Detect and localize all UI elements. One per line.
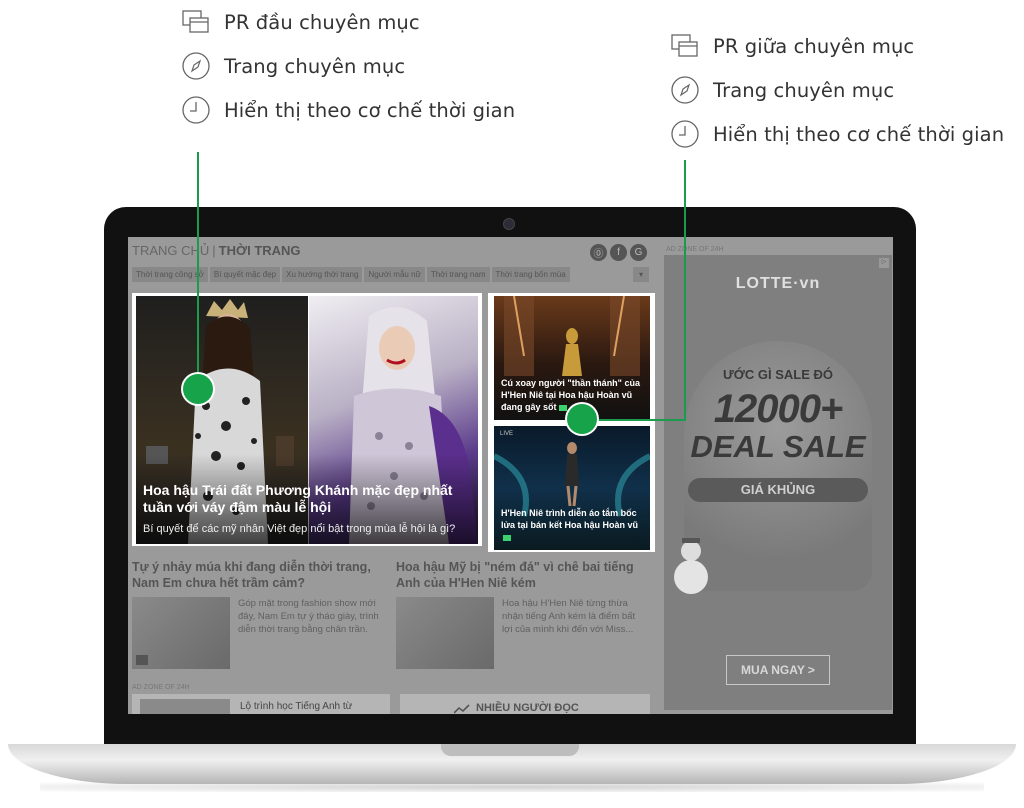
window-stack-icon (669, 30, 701, 62)
breadcrumb-separator: | (212, 243, 216, 258)
legend-row: PR đầu chuyên mục (180, 0, 515, 44)
article-title[interactable]: Hoa hậu Mỹ bị "ném đá" vì chê bai tiếng … (396, 559, 646, 591)
legend-row: Hiển thị theo cơ chế thời gian (180, 88, 515, 132)
breadcrumb: TRANG CHỦ | THỜI TRANG (132, 243, 301, 258)
side-article[interactable]: LIVE H'Hen Niê trình diễn áo tắm bốc lửa… (494, 426, 650, 550)
legend-row: PR giữa chuyên mục (669, 24, 1004, 68)
legend-left: PR đầu chuyên mục Trang chuyên mục Hiển … (180, 0, 515, 132)
featured-subtitle[interactable]: Bí quyết để các mỹ nhân Việt đẹp nổi bật… (143, 523, 478, 535)
subnav-item[interactable]: Người mẫu nữ (364, 267, 425, 282)
article-thumbnail[interactable] (140, 699, 230, 714)
clock-icon (180, 94, 212, 126)
legend-text: Hiển thị theo cơ chế thời gian (224, 98, 516, 122)
marker-dot-left (183, 374, 213, 404)
article-desc: Hoa hậu H'Hen Niê từng thừa nhận tiếng A… (502, 598, 636, 635)
laptop-notch (441, 744, 579, 756)
subnav-item[interactable]: Thời trang bốn mùa (491, 267, 570, 282)
clock-icon (669, 118, 701, 150)
breadcrumb-section[interactable]: THỜI TRANG (219, 243, 301, 258)
window-stack-icon (180, 6, 212, 38)
camera-icon (503, 218, 515, 230)
ad-price: GIÁ KHỦNG (688, 478, 868, 502)
legend-row: Hiển thị theo cơ chế thời gian (669, 112, 1004, 156)
side-article[interactable]: Cú xoay người "thần thánh" của H'Hen Niê… (494, 296, 650, 420)
legend-row: Trang chuyên mục (669, 68, 1004, 112)
connector-line-right-horizontal (596, 419, 686, 421)
marker-dot-right (567, 404, 597, 434)
adchoices-icon[interactable]: ▷ (879, 258, 889, 268)
ad-zone-label: AD ZONE OF 24H (666, 246, 724, 253)
article-title[interactable]: Lộ trình học Tiếng Anh từ (240, 701, 352, 712)
compass-icon (180, 50, 212, 82)
legend-row: Trang chuyên mục (180, 44, 515, 88)
ad-headline: ƯỚC GÌ SALE ĐÓ (723, 367, 833, 382)
play-icon (136, 655, 148, 665)
subnav-item[interactable]: Thời trang nam (426, 267, 490, 282)
article-thumbnail[interactable] (132, 597, 230, 669)
ad-logo: LOTTE·vn (735, 275, 821, 292)
subnav-item[interactable]: Bí quyết mặc đẹp (209, 267, 281, 282)
chevron-down-icon[interactable]: ▾ (633, 267, 649, 282)
video-icon (558, 404, 567, 411)
legend-text: Trang chuyên mục (224, 54, 406, 78)
facebook-icon[interactable]: f (610, 244, 627, 261)
advertisement[interactable]: ▷ LOTTE·vn ƯỚC GÌ SALE ĐÓ 12000+ DEAL SA… (664, 255, 892, 710)
ad-deal: DEAL SALE (690, 429, 866, 464)
snowman-icon (674, 538, 708, 594)
live-badge: LIVE (500, 431, 514, 437)
subnav-item[interactable]: Xu hướng thời trang (282, 267, 363, 282)
screen: TRANG CHỦ | THỜI TRANG ⓪ f G AD ZONE OF 24… (128, 237, 893, 714)
ad-number: 12000+ (713, 387, 844, 431)
trending-icon (454, 704, 470, 714)
legend-text: Hiển thị theo cơ chế thời gian (713, 122, 1005, 146)
legend-text: PR đầu chuyên mục (224, 10, 420, 34)
most-read-title: NHIỀU NGƯỜI ĐỌC (476, 702, 579, 714)
compass-icon (669, 74, 701, 106)
article-thumbnail[interactable] (396, 597, 494, 669)
featured-title[interactable]: Hoa hậu Trái đất Phương Khánh mặc đẹp nh… (143, 482, 473, 516)
legend-text: Trang chuyên mục (713, 78, 895, 102)
article-desc: Góp mặt trong fashion show mới đây, Nam … (238, 598, 379, 635)
bottom-article[interactable]: Lộ trình học Tiếng Anh từ (132, 694, 390, 714)
google-plus-icon[interactable]: G (630, 244, 647, 261)
article-card[interactable]: Tự ý nhảy múa khi đang diễn thời trang, … (132, 559, 382, 669)
connector-line-left (197, 152, 199, 388)
connector-line-right (684, 160, 686, 420)
article-card[interactable]: Hoa hậu Mỹ bị "ném đá" vì chê bai tiếng … (396, 559, 646, 669)
buy-now-button[interactable]: MUA NGAY > (726, 655, 830, 685)
featured-image[interactable]: Hoa hậu Trái đất Phương Khánh mặc đẹp nh… (136, 296, 478, 544)
article-title[interactable]: Tự ý nhảy múa khi đang diễn thời trang, … (132, 559, 382, 591)
video-icon (503, 534, 511, 541)
most-read-header[interactable]: NHIỀU NGƯỜI ĐỌC (400, 694, 650, 714)
social-icons: ⓪ f G (590, 244, 647, 261)
share-icon[interactable]: ⓪ (590, 244, 607, 261)
legend-text: PR giữa chuyên mục (713, 34, 915, 58)
side-article-title[interactable]: H'Hen Niê trình diễn áo tắm bốc lửa tại … (501, 507, 643, 543)
legend-right: PR giữa chuyên mục Trang chuyên mục Hiển… (669, 24, 1004, 156)
ad-zone-label: AD ZONE OF 24H (132, 684, 190, 691)
featured-article[interactable]: Hoa hậu Trái đất Phương Khánh mặc đẹp nh… (132, 293, 482, 546)
